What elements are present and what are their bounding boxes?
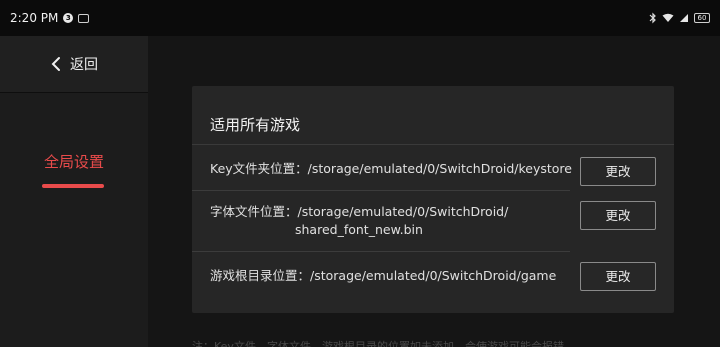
- status-time: 2:20 PM: [10, 11, 59, 25]
- battery-icon: 60: [694, 13, 710, 23]
- screen-icon: [78, 13, 90, 23]
- status-right: 60: [649, 12, 710, 24]
- change-keystore-button[interactable]: 更改: [580, 157, 656, 186]
- main-panel: 适用所有游戏 Key文件夹位置：/storage/emulated/0/Swit…: [148, 36, 720, 347]
- wifi-icon: [662, 13, 674, 23]
- sidebar: 返回 全局设置: [0, 36, 148, 347]
- back-label: 返回: [70, 57, 98, 73]
- change-game-dir-button[interactable]: 更改: [580, 262, 656, 291]
- selected-indicator: [42, 184, 104, 188]
- sidebar-item-global-settings[interactable]: 全局设置: [0, 148, 148, 188]
- font-path-line2: shared_font_new.bin: [295, 222, 423, 237]
- font-path-label: 字体文件位置：/storage/emulated/0/SwitchDroid/ …: [210, 203, 508, 239]
- settings-card: 适用所有游戏 Key文件夹位置：/storage/emulated/0/Swit…: [192, 86, 674, 313]
- setting-row-keystore: Key文件夹位置：/storage/emulated/0/SwitchDroid…: [192, 144, 674, 191]
- keystore-path-label: Key文件夹位置：/storage/emulated/0/SwitchDroid…: [210, 161, 572, 176]
- back-button[interactable]: 返回: [0, 36, 148, 93]
- setting-row-game: 游戏根目录位置：/storage/emulated/0/SwitchDroid/…: [192, 252, 674, 302]
- status-bar: 2:20 PM 3 60: [0, 0, 720, 36]
- notification-icon: 3: [63, 13, 74, 23]
- font-path-line1: 字体文件位置：/storage/emulated/0/SwitchDroid/: [210, 204, 509, 219]
- change-font-button[interactable]: 更改: [580, 201, 656, 230]
- sidebar-item-label: 全局设置: [43, 153, 104, 171]
- signal-icon: [679, 13, 689, 23]
- chevron-left-icon: [50, 56, 64, 72]
- game-path-label: 游戏根目录位置：/storage/emulated/0/SwitchDroid/…: [210, 268, 557, 283]
- card-title: 适用所有游戏: [210, 116, 301, 134]
- setting-row-font: 字体文件位置：/storage/emulated/0/SwitchDroid/ …: [192, 191, 674, 252]
- status-left: 2:20 PM 3: [10, 11, 90, 25]
- bluetooth-icon: [649, 12, 657, 24]
- footnote: 注：Key文件、字体文件、游戏根目录的位置如未添加，会使游戏可能会报错: [192, 340, 564, 347]
